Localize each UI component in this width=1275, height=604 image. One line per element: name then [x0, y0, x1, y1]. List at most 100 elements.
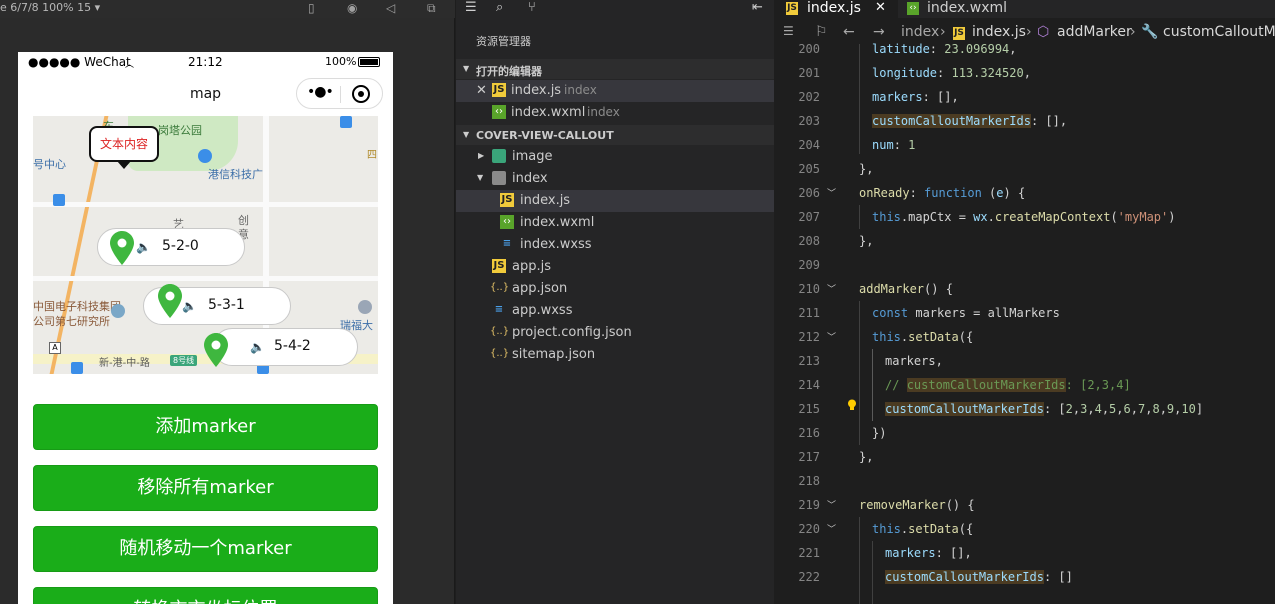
tree-folder-index[interactable]: ▼ index — [456, 168, 774, 190]
breadcrumb-item[interactable]: index.js — [972, 24, 1026, 40]
code-line[interactable]: }, — [859, 450, 873, 464]
map-label: 四 — [367, 150, 377, 161]
close-icon[interactable]: ✕ — [476, 83, 487, 98]
add-marker-button[interactable]: 添加marker — [33, 404, 378, 450]
code-line[interactable]: this.setData({ — [872, 522, 973, 536]
move-random-marker-button[interactable]: 随机移动一个marker — [33, 526, 378, 572]
custom-callout-5-4-2[interactable]: 🔈 5-4-2 — [213, 328, 358, 366]
code-line[interactable]: }, — [859, 162, 873, 176]
code-line[interactable]: }) — [872, 426, 886, 440]
tree-file-app-js[interactable]: JS app.js — [456, 256, 774, 278]
map-marker-pin-icon[interactable] — [110, 231, 134, 265]
code-line[interactable]: removeMarker() { — [859, 498, 975, 512]
callout-label: 5-4-2 — [274, 338, 311, 354]
token-property: customCalloutMarkerIds — [872, 114, 1031, 128]
list-icon[interactable]: ☰ — [783, 24, 794, 38]
fold-chevron-icon[interactable]: ﹀ — [827, 282, 836, 295]
window-icon[interactable]: ⧉ — [427, 1, 436, 15]
simulator-toolbar: e 6/7/8 100% 15 ▾ ▯ ◉ ◁ ⧉ — [0, 0, 455, 18]
tab-index-js[interactable]: JS index.js ✕ — [775, 0, 898, 18]
code-line[interactable]: const markers = allMarkers — [872, 306, 1060, 320]
method-icon: ⬡ — [1037, 24, 1050, 40]
token: : — [937, 66, 952, 80]
code-line[interactable]: onReady: function (e) { — [859, 186, 1025, 200]
code-line[interactable]: markers, — [885, 354, 943, 368]
map-marker-pin-icon[interactable] — [204, 333, 228, 367]
code-line[interactable]: longitude: 113.324520, — [872, 66, 1031, 80]
project-section[interactable]: ▼ COVER-VIEW-CALLOUT — [456, 125, 774, 145]
open-editor-item[interactable]: ✕ JS index.js index — [456, 80, 774, 102]
status-time: 21:12 — [188, 55, 223, 69]
code-line[interactable]: addMarker() { — [859, 282, 953, 296]
tree-file-project-config[interactable]: {..} project.config.json — [456, 322, 774, 344]
map-view[interactable]: 东 岗塔公园 港信科技广 号中心 艺 创 意 中国电子科技集团 公司第七研究所 … — [33, 116, 378, 374]
record-icon[interactable]: ◉ — [347, 1, 357, 15]
tab-index-wxml[interactable]: ‹› index.wxml — [899, 0, 1049, 18]
convert-coordinates-button[interactable]: 转换市市坐标位置 — [33, 587, 378, 604]
remove-all-markers-button[interactable]: 移除所有marker — [33, 465, 378, 511]
phone-icon[interactable]: ▯ — [308, 1, 315, 15]
code-line[interactable]: customCalloutMarkerIds: [] — [885, 570, 1073, 584]
code-line[interactable]: this.mapCtx = wx.createMapContext('myMap… — [872, 210, 1175, 224]
tree-file-index-wxss[interactable]: ≡ index.wxss — [456, 234, 774, 256]
code-line[interactable]: markers: [], — [872, 90, 959, 104]
line-number: 215 — [798, 402, 820, 416]
token-comment: : [2,3,4] — [1065, 378, 1131, 392]
callout-text-bubble[interactable]: 文本内容 — [89, 126, 159, 169]
code-line[interactable]: }, — [859, 234, 873, 248]
json-file-icon: {..} — [490, 326, 510, 337]
indent-guide — [872, 349, 873, 421]
tree-file-index-wxml[interactable]: ‹› index.wxml — [456, 212, 774, 234]
code-line[interactable]: customCalloutMarkerIds: [], — [872, 114, 1067, 128]
breadcrumb-item[interactable]: addMarker — [1057, 24, 1132, 40]
search-icon[interactable]: ⌕ — [496, 0, 503, 15]
fold-chevron-icon[interactable]: ﹀ — [827, 498, 836, 511]
lightbulb-icon[interactable] — [847, 399, 857, 411]
map-marker-pin-icon[interactable] — [158, 284, 182, 318]
fold-chevron-icon[interactable]: ﹀ — [827, 522, 836, 535]
code-line[interactable]: latitude: 23.096994, — [872, 42, 1017, 56]
editor-scrollbar[interactable] — [1261, 44, 1275, 604]
tree-item-label: index.wxml — [520, 215, 595, 230]
chevron-down-icon: ▼ — [463, 130, 470, 139]
close-mini-program-icon[interactable] — [352, 85, 370, 103]
sound-icon[interactable]: ◁ — [386, 1, 395, 15]
breadcrumb-item[interactable]: index — [901, 24, 939, 40]
map-label: 8号线 — [170, 355, 198, 366]
tree-folder-image[interactable]: ▶ image — [456, 146, 774, 168]
js-file-icon: JS — [953, 27, 965, 40]
bookmark-icon[interactable]: ⚐ — [815, 24, 828, 40]
code-line[interactable]: this.setData({ — [872, 330, 973, 344]
breadcrumb-item[interactable]: customCalloutMark — [1163, 24, 1275, 40]
token-property: latitude — [872, 42, 930, 56]
code-line[interactable]: // customCalloutMarkerIds: [2,3,4] — [885, 378, 1131, 392]
back-arrow-icon[interactable]: ← — [843, 24, 855, 40]
token-number: 113.324520 — [951, 66, 1024, 80]
token: , — [1087, 402, 1095, 416]
code-line[interactable]: num: 1 — [872, 138, 915, 152]
files-icon[interactable]: ☰ — [465, 0, 477, 15]
source-control-icon[interactable]: ⑂ — [528, 0, 536, 15]
collapse-panel-icon[interactable]: ⇤ — [752, 0, 763, 15]
callout-label: 5-3-1 — [208, 297, 245, 313]
wxml-file-icon: ‹› — [492, 105, 506, 119]
more-icon[interactable]: •●• — [307, 84, 334, 100]
device-selector[interactable]: e 6/7/8 100% 15 ▾ — [0, 1, 100, 14]
indent-guide — [859, 517, 860, 604]
close-icon[interactable]: ✕ — [875, 0, 886, 15]
code-line[interactable]: customCalloutMarkerIds: [2,3,4,5,6,7,8,9… — [885, 402, 1203, 416]
forward-arrow-icon[interactable]: → — [873, 24, 885, 40]
tree-file-sitemap[interactable]: {..} sitemap.json — [456, 344, 774, 366]
fold-chevron-icon[interactable]: ﹀ — [827, 330, 836, 343]
tree-file-index-js[interactable]: JS index.js — [456, 190, 774, 212]
tree-file-app-json[interactable]: {..} app.json — [456, 278, 774, 300]
token: : — [909, 186, 925, 200]
code-line[interactable]: markers: [], — [885, 546, 972, 560]
token: , — [1159, 402, 1167, 416]
map-label: 号中心 — [33, 158, 66, 171]
tree-file-app-wxss[interactable]: ≡ app.wxss — [456, 300, 774, 322]
open-editor-item[interactable]: ‹› index.wxml index — [456, 102, 774, 124]
open-editors-section[interactable]: ▼ 打开的编辑器 — [456, 59, 774, 79]
token: ] — [1195, 402, 1204, 416]
fold-chevron-icon[interactable]: ﹀ — [827, 186, 836, 199]
